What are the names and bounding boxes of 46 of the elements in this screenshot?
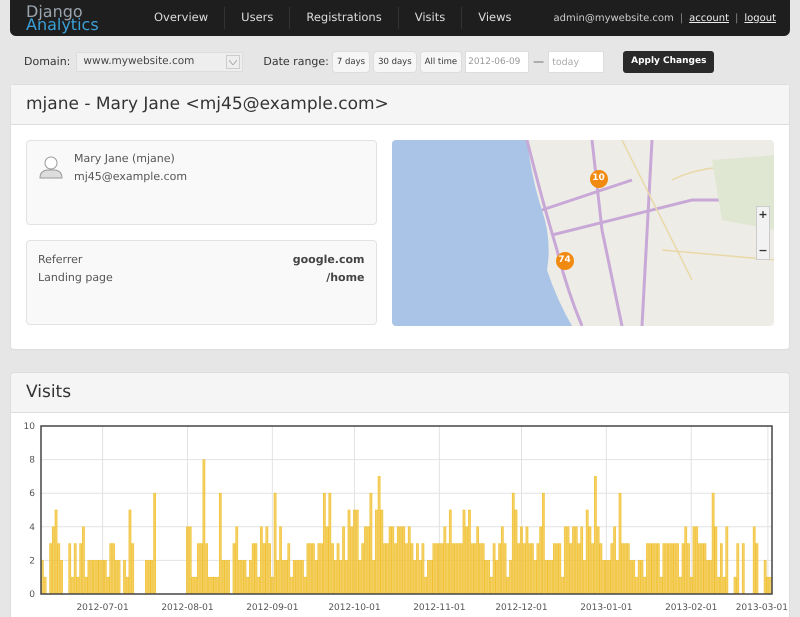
detail-label: Referrer — [38, 252, 82, 268]
axis-label: 6 — [29, 489, 35, 500]
detail-label: Landing page — [38, 270, 113, 286]
axis-label: 10 — [24, 422, 35, 432]
axis-label: 2013-03-01 — [736, 603, 788, 613]
detail-value: /home — [326, 270, 365, 286]
axis-label: 4 — [29, 522, 35, 533]
user-name: Mary Jane (mjane) — [74, 151, 176, 167]
axis-label: 2012-11-01 — [413, 603, 466, 613]
zoom-out-button[interactable]: − — [758, 243, 768, 259]
nav-link[interactable]: logout — [744, 10, 776, 26]
axis-label: 2012-10-01 — [328, 603, 381, 613]
nav-link[interactable]: Overview — [138, 9, 224, 27]
panel-title: mjane - Mary Jane <mj45@example.com> — [26, 92, 389, 116]
axis-label: 2012-07-01 — [76, 603, 129, 613]
nav-link[interactable]: Visits — [398, 9, 462, 27]
range-button[interactable]: All time — [420, 51, 462, 73]
range-separator: — — [533, 54, 544, 70]
axis-label: 2 — [29, 556, 35, 566]
separator: | — [735, 12, 738, 26]
field-label: Date range: — [263, 54, 329, 70]
logo-text: Analytics — [26, 18, 100, 31]
range-button[interactable]: 30 days — [373, 51, 417, 73]
detail-value: google.com — [292, 252, 365, 268]
axis-label: 2013-02-01 — [665, 603, 718, 613]
field-label: Domain: — [24, 54, 70, 70]
logo-text: Django — [26, 5, 83, 18]
separator: | — [680, 12, 684, 26]
axis-label: 8 — [29, 456, 35, 466]
axis-label: 2012-09-01 — [246, 603, 298, 613]
axis-label: 2012-08-01 — [161, 603, 214, 613]
date-field[interactable]: today — [548, 51, 604, 73]
range-button[interactable]: 7 days — [332, 51, 370, 73]
user-email: admin@mywebsite.com — [554, 12, 674, 26]
apply-button[interactable]: Apply Changes — [623, 51, 714, 73]
nav-link[interactable]: account — [689, 10, 729, 26]
nav-link[interactable]: Registrations — [290, 9, 398, 27]
zoom-in-button[interactable]: + — [758, 207, 768, 223]
domain-select[interactable]: www.mywebsite.com — [76, 52, 244, 72]
axis-label: 2013-01-01 — [580, 603, 633, 613]
panel-title: Visits — [26, 380, 72, 404]
user-email: mj45@example.com — [74, 169, 188, 185]
nav-link[interactable]: Views — [462, 9, 528, 27]
nav-link[interactable]: Users — [225, 9, 290, 27]
axis-label: 0 — [29, 590, 35, 600]
axis-label: 2012-12-01 — [495, 603, 548, 613]
